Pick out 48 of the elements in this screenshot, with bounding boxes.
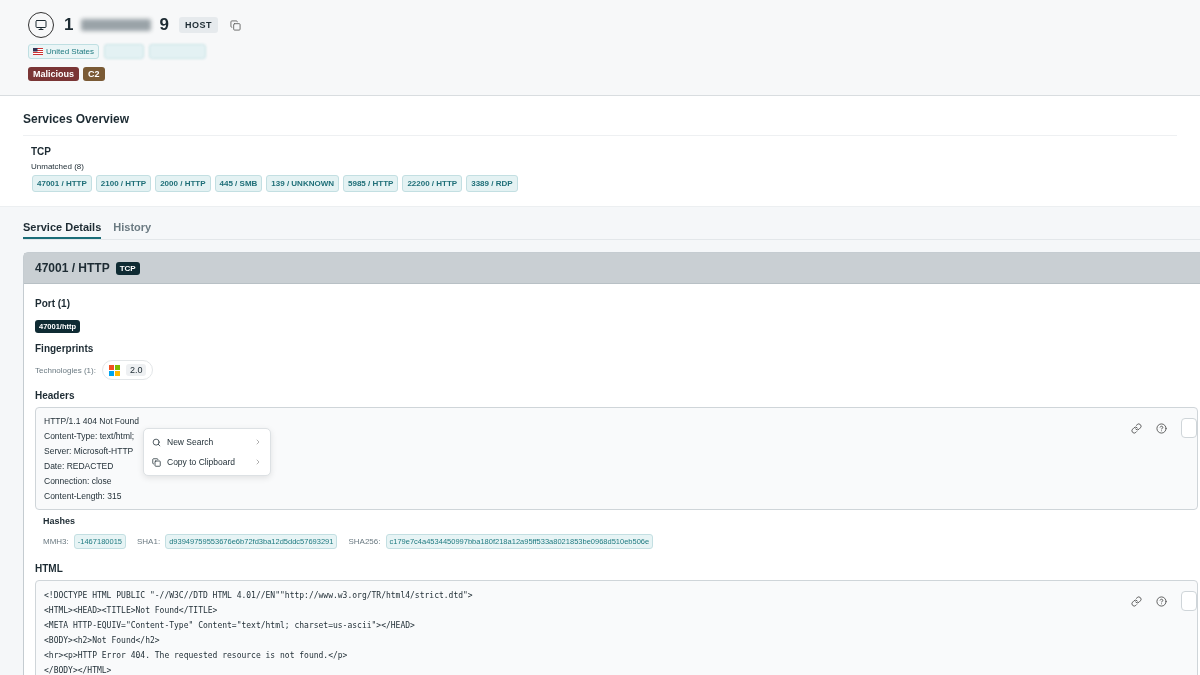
code-line: <META HTTP-EQUIV="Content-Type" Content="text/html; charset=us-ascii"></HEAD> bbox=[44, 621, 415, 630]
header-line: HTTP/1.1 404 Not Found bbox=[44, 416, 139, 426]
protocol-title: TCP bbox=[31, 146, 52, 157]
code-line: <BODY><h2>Not Found</h2> bbox=[44, 636, 160, 645]
threat-label: C2 bbox=[83, 67, 105, 81]
location-text: United States bbox=[46, 47, 95, 56]
hash-label: MMH3: bbox=[43, 537, 69, 546]
service-chip[interactable]: 2000 / HTTP bbox=[155, 175, 211, 192]
host-title-start: 1 bbox=[64, 15, 74, 35]
service-chip[interactable]: 5985 / HTTP bbox=[343, 175, 399, 192]
technologies-label: Technologies (1): bbox=[35, 365, 96, 375]
tab[interactable]: Service Details bbox=[23, 221, 102, 239]
section-title: Services Overview bbox=[23, 112, 1177, 136]
section-heading: Hashes bbox=[43, 516, 77, 526]
code-line: <hr><p>HTTP Error 404. The requested resource is not found.</p> bbox=[44, 651, 348, 660]
code-line: <!DOCTYPE HTML PUBLIC "-//W3C//DTD HTML 4.01//EN""http://www.w3.org/TR/html4/strict.dtd"> bbox=[44, 591, 473, 600]
menu-item[interactable]: New Search bbox=[144, 432, 270, 452]
section-heading: HTML bbox=[35, 563, 64, 574]
service-title: 47001 / HTTP bbox=[35, 261, 110, 275]
section-heading: Port (1) bbox=[35, 298, 71, 309]
group-label: Unmatched (8) bbox=[31, 162, 85, 171]
tab[interactable]: History bbox=[113, 221, 152, 239]
service-chip[interactable]: 3389 / RDP bbox=[466, 175, 518, 192]
service-chip[interactable]: 139 / UNKNOWN bbox=[266, 175, 339, 192]
service-chip[interactable]: 47001 / HTTP bbox=[32, 175, 92, 192]
menu-item-text: New Search bbox=[167, 437, 215, 447]
header-line: Date: REDACTED bbox=[44, 461, 114, 471]
hash-label: SHA256: bbox=[348, 537, 381, 546]
section-heading: Headers bbox=[35, 390, 76, 401]
host-title-end: 9 bbox=[159, 15, 169, 35]
threat-label: Malicious bbox=[28, 67, 79, 81]
service-chip[interactable]: 2100 / HTTP bbox=[95, 175, 152, 192]
hash-label: SHA1: bbox=[137, 537, 161, 546]
menu-item-text: Copy to Clipboard bbox=[167, 457, 237, 467]
header-line: Content-Type: text/html; bbox=[44, 431, 135, 441]
code-line: <HTML><HEAD><TITLE>Not Found</TITLE> bbox=[44, 606, 218, 615]
host-badge: HOST bbox=[178, 17, 218, 33]
menu-item[interactable]: Copy to Clipboard bbox=[144, 452, 270, 472]
version-text: 2.0 bbox=[125, 364, 147, 376]
header-line: Content-Length: 315 bbox=[44, 491, 122, 501]
header-line: Connection: close bbox=[44, 476, 112, 486]
header-line: Server: Microsoft-HTTP bbox=[44, 446, 134, 456]
location-tag[interactable]: United States bbox=[28, 44, 100, 59]
service-chip[interactable]: 22200 / HTTP bbox=[402, 175, 463, 192]
code-line: </BODY></HTML> bbox=[44, 666, 112, 675]
transport-badge: TCP bbox=[115, 261, 140, 275]
section-heading: Fingerprints bbox=[35, 343, 95, 354]
service-chip[interactable]: 445 / SMB bbox=[214, 175, 263, 192]
